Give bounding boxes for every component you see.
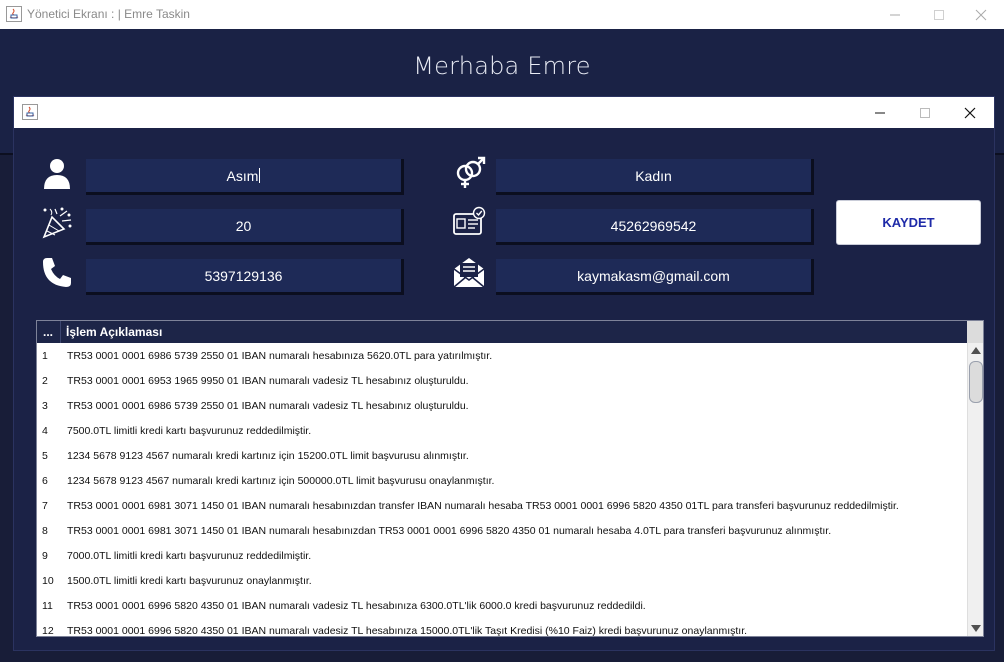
phone-field[interactable]: 5397129136 [86,259,404,295]
row-description: TR53 0001 0001 6981 3071 1450 01 IBAN nu… [67,525,832,537]
name-value: Asım [226,167,259,184]
row-description: 7500.0TL limitli kredi kartı başvurunuz … [67,425,312,437]
close-icon [964,107,976,118]
maximize-button[interactable] [916,0,962,29]
dialog-close-button[interactable] [947,97,993,128]
row-description: 1234 5678 9123 4567 numaralı kredi kartı… [67,475,495,487]
vertical-scrollbar[interactable] [967,343,983,636]
tc-number-field[interactable]: 45262969542 [496,209,814,245]
minimize-icon [890,14,900,15]
save-button[interactable]: KAYDET [836,200,981,245]
table-row[interactable]: 8 TR53 0001 0001 6981 3071 1450 01 IBAN n… [37,518,967,543]
row-description: TR53 0001 0001 6981 3071 1450 01 IBAN nu… [67,500,899,512]
dialog-maximize-button[interactable] [902,97,948,128]
email-field[interactable]: kaymakasm@gmail.com [496,259,814,295]
gender-icon [452,156,486,190]
row-description: TR53 0001 0001 6996 5820 4350 01 IBAN nu… [67,625,748,636]
celebration-icon [40,205,74,239]
row-description: 1234 5678 9123 4567 numaralı kredi kartı… [67,450,469,462]
row-index: 4 [42,425,48,437]
mail-icon [452,255,486,289]
table-row[interactable]: 7 TR53 0001 0001 6981 3071 1450 01 IBAN n… [37,493,967,518]
table-body: 1 TR53 0001 0001 6986 5739 2550 01 IBAN n… [37,343,967,636]
row-index: 11 [42,600,53,612]
outer-titlebar: Yönetici Ekranı : | Emre Taskin [0,0,1004,29]
table-row[interactable]: 4 7500.0TL limitli kredi kartı başvurunuz… [37,418,967,443]
window-title: Yönetici Ekranı : | Emre Taskin [27,7,190,21]
row-index: 10 [42,575,54,587]
user-icon [40,156,74,190]
table-row[interactable]: 12 TR53 0001 0001 6996 5820 4350 01 IBAN … [37,618,967,636]
row-description: 7000.0TL limitli kredi kartı başvurunuz … [67,550,312,562]
row-index: 5 [42,450,48,462]
column-header-index[interactable]: ... [43,325,53,339]
row-index: 3 [42,400,48,412]
dialog-minimize-button[interactable] [857,97,903,128]
scroll-thumb[interactable] [969,361,983,403]
header-corner [967,321,983,343]
row-description: TR53 0001 0001 6996 5820 4350 01 IBAN nu… [67,600,646,612]
close-icon [975,9,987,20]
row-index: 9 [42,550,48,562]
column-header-description[interactable]: İşlem Açıklaması [66,325,162,339]
table-row[interactable]: 9 7000.0TL limitli kredi kartı başvurunuz… [37,543,967,568]
close-button[interactable] [958,0,1004,29]
table-row[interactable]: 5 1234 5678 9123 4567 numaralı kredi kart… [37,443,967,468]
table-row[interactable]: 10 1500.0TL limitli kredi kartı başvurunu… [37,568,967,593]
gender-field[interactable]: Kadın [496,159,814,195]
transactions-table: ... İşlem Açıklaması 1 TR53 0001 0001 698… [36,320,984,637]
row-description: TR53 0001 0001 6953 1965 9950 01 IBAN nu… [67,375,469,387]
row-index: 1 [42,350,48,362]
age-field[interactable]: 20 [86,209,404,245]
scroll-down-arrow-icon[interactable] [971,625,981,632]
scroll-up-arrow-icon[interactable] [971,347,981,354]
table-row[interactable]: 1 TR53 0001 0001 6986 5739 2550 01 IBAN n… [37,343,967,368]
java-app-icon [22,104,38,120]
row-description: TR53 0001 0001 6986 5739 2550 01 IBAN nu… [67,400,469,412]
table-row[interactable]: 6 1234 5678 9123 4567 numaralı kredi kart… [37,468,967,493]
row-index: 6 [42,475,48,487]
maximize-icon [934,9,944,20]
greeting-text: Merhaba Emre [413,52,591,80]
minimize-icon [875,112,885,113]
row-description: TR53 0001 0001 6986 5739 2550 01 IBAN nu… [67,350,493,362]
phone-icon [40,255,74,289]
row-description: 1500.0TL limitli kredi kartı başvurunuz … [67,575,312,587]
name-field[interactable]: Asım [86,159,404,195]
row-index: 12 [42,625,54,636]
table-row[interactable]: 2 TR53 0001 0001 6953 1965 9950 01 IBAN n… [37,368,967,393]
row-index: 8 [42,525,48,537]
minimize-button[interactable] [872,0,918,29]
maximize-icon [920,107,930,118]
id-card-icon [452,205,486,239]
row-index: 2 [42,375,48,387]
table-row[interactable]: 11 TR53 0001 0001 6996 5820 4350 01 IBAN … [37,593,967,618]
edit-user-dialog: Asım 20 5397129136 Kadın 45262969542 kay… [14,97,994,650]
dialog-titlebar [14,97,994,128]
table-header: ... İşlem Açıklaması [37,321,967,343]
row-index: 7 [42,500,48,512]
table-row[interactable]: 3 TR53 0001 0001 6986 5739 2550 01 IBAN n… [37,393,967,418]
java-app-icon [6,6,22,22]
